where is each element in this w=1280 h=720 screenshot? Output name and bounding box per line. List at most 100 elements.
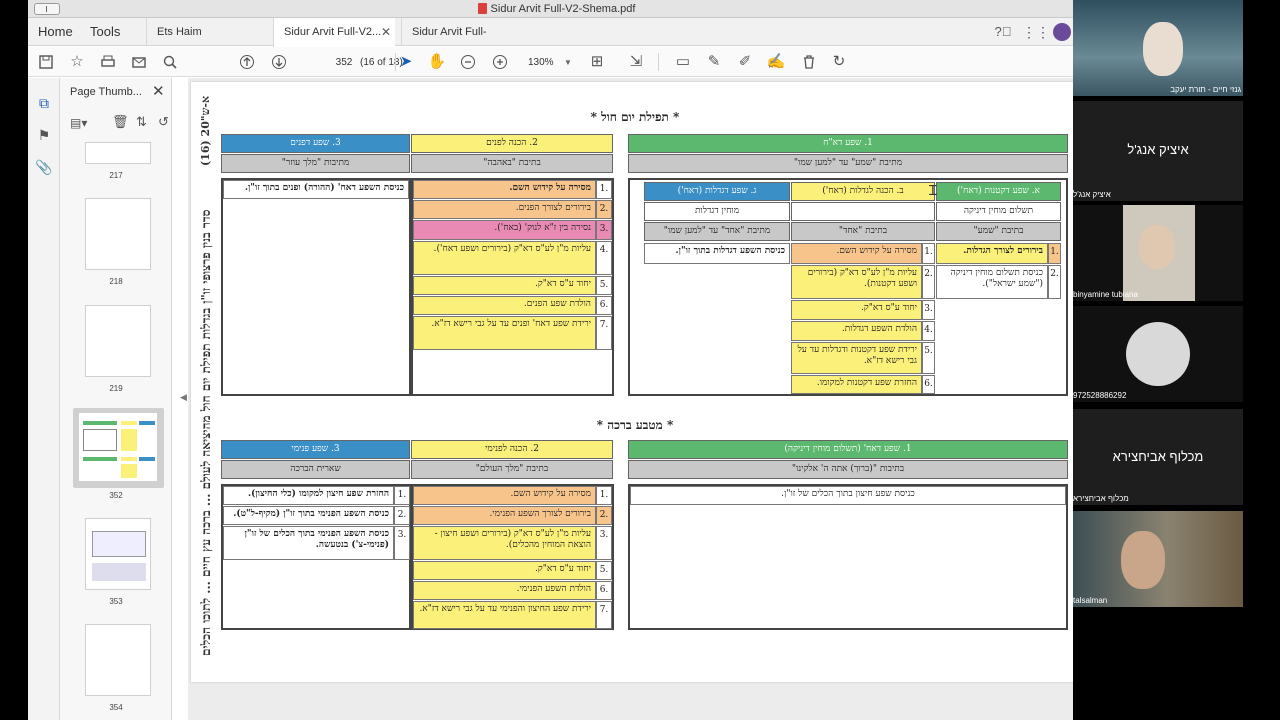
column-subheader: מתיבות "מלך עוזר" — [221, 154, 410, 173]
thumbnail-page-number: 353 — [109, 597, 123, 606]
page-thumbnail[interactable] — [85, 198, 151, 270]
table-row: מסירה על קידוש השם. — [791, 243, 922, 264]
select-cursor-icon[interactable]: ➤ — [395, 52, 417, 72]
inner-column-header: ב. הכנה לגדלות (דאח') — [791, 182, 935, 201]
thumbnails-panel-title: Page Thumb... — [70, 86, 142, 98]
rotate-page-icon[interactable]: ↺ — [158, 114, 169, 130]
email-icon[interactable] — [128, 52, 150, 72]
column-subheader: בתיבת "מלך העולם" — [411, 460, 613, 479]
inner-subheader: בתיבת "אחד" — [791, 222, 935, 241]
participant-name: binyamine tubiana — [1073, 290, 1138, 299]
thumbnail-tools: ▤▾ 🗑 ⇅ ↺ — [68, 114, 171, 134]
participant-tile[interactable]: מכלוף אביחצירא מכלוף אביחצירא — [1073, 409, 1243, 505]
inner-subheader: בתיבת "שמע" — [936, 222, 1061, 241]
tab-label: Sidur Arvit Full-V2... — [284, 26, 382, 38]
column-header: 1. שפע דאח' (תשלום מוחין דיניקה) — [628, 440, 1068, 459]
scroll-mode-icon[interactable]: ⇲ — [625, 52, 647, 72]
column-header: 3. שפע דפנים — [221, 134, 410, 153]
participant-tile[interactable]: binyamine tubiana — [1073, 205, 1243, 301]
delete-icon[interactable] — [798, 52, 820, 72]
table-row: החזרת שפע חיצון למקומו (כלי החיצון). — [223, 486, 394, 505]
comment-icon[interactable]: ▭ — [672, 52, 694, 72]
table-row: עליות מ"ן לע"ס דא"ק (בירורים ושפע דקטנות… — [791, 265, 922, 299]
close-icon[interactable]: ✕ — [152, 82, 165, 100]
sign-icon[interactable]: ✍ — [765, 52, 787, 72]
main-toolbar: ☆ 352 (16 of 18) ➤ ✋ 130% ▼ ⊞ ⇲ ▭ ✎ ✐ ✍ … — [28, 47, 1085, 77]
thumbnail-page-number: 354 — [109, 703, 123, 712]
page-thumbnail[interactable] — [85, 142, 151, 164]
draw-icon[interactable]: ✐ — [734, 52, 756, 72]
pdf-file-icon — [477, 3, 487, 14]
print-icon[interactable] — [97, 52, 119, 72]
page-thumbnail[interactable] — [85, 518, 151, 590]
table-row: בירורים לצורך הגדלות. — [936, 243, 1048, 264]
document-tab[interactable]: Ets Haim Lemotsa... — [146, 18, 266, 66]
table-row: החזרת שפע דקטנות למקומו. — [791, 375, 922, 394]
participant-tile[interactable]: גנזי חיים - תורת יעקב — [1073, 0, 1243, 96]
thumbnail-options-icon[interactable]: ▤▾ — [70, 116, 87, 130]
sidebar-toggle-button[interactable] — [34, 3, 60, 15]
table-frame — [628, 484, 1068, 630]
participant-tile[interactable]: 972528886292 — [1073, 306, 1243, 402]
zoom-level-dropdown[interactable]: 130% — [528, 55, 568, 71]
attachments-icon[interactable]: 📎 — [35, 158, 53, 176]
phone-icon — [1126, 322, 1190, 386]
pdf-page: סדר בנין פרצופי זו"ן בגדלות תפילת יום חו… — [191, 82, 1085, 682]
home-tab[interactable]: Home — [38, 18, 73, 46]
table-frame — [221, 178, 411, 396]
row-number: 5. — [596, 276, 612, 295]
page-thumbnail-selected[interactable] — [78, 412, 158, 482]
row-number: 2. — [1048, 265, 1061, 299]
participant-name: מכלוף אביחצירא — [1073, 494, 1129, 503]
table-row: כניסת השפע דאח' (ההורה) ופנים בתוך זו"ן. — [223, 180, 409, 199]
delete-page-icon[interactable]: 🗑 — [112, 114, 129, 130]
previous-page-icon[interactable] — [236, 52, 258, 72]
table-row: בירורים לצורך הפנים. — [413, 200, 596, 219]
margin-vertical-title: סדר בנין פרצופי זו"ן בגדלות תפילת יום חו… — [199, 209, 213, 656]
highlight-pen-icon[interactable]: ✎ — [703, 52, 725, 72]
table-row: כניסת השפע הפנימי בתוך הכלים של זו"ן (פנ… — [223, 526, 394, 560]
rotate-icon[interactable]: ↻ — [828, 52, 850, 72]
row-number: 3. — [394, 526, 410, 560]
table-row: עליות מ"ן לע"ס דא"ק (בירורים ושפע חיצון … — [413, 526, 596, 560]
help-icon[interactable]: ?⃝ — [993, 22, 1013, 42]
page-thumbnail[interactable] — [85, 305, 151, 377]
participant-face — [1121, 531, 1165, 589]
extract-page-icon[interactable]: ⇅ — [136, 114, 147, 130]
chevron-down-icon[interactable]: ▼ — [564, 55, 572, 71]
row-number: 6. — [596, 296, 612, 315]
collapse-panel-icon[interactable]: ◀ — [180, 392, 187, 403]
next-page-icon[interactable] — [268, 52, 290, 72]
page-thumbnails-icon[interactable]: ⧉ — [35, 94, 53, 112]
thumbnail-page-number: 352 — [109, 491, 123, 500]
inner-column-header: א. שפע דקטנות (דאח') — [936, 182, 1061, 201]
save-icon[interactable] — [35, 52, 57, 72]
page-fit-icon[interactable]: ⊞ — [586, 52, 608, 72]
zoom-out-search-icon[interactable] — [159, 52, 181, 72]
page-number-input[interactable]: 352 — [331, 55, 357, 71]
bookmarks-icon[interactable]: ⚑ — [35, 126, 53, 144]
row-number: 1. — [596, 486, 612, 505]
table-row: הולדת השפע דגדלות. — [791, 321, 922, 341]
tab-bar: Home Tools Ets Haim Lemotsa... Sidur Arv… — [28, 18, 1085, 66]
table-row: ירידת שפע החיצון והפנימי עד על גבי רישא … — [413, 601, 596, 629]
bookmark-star-icon[interactable]: ☆ — [66, 52, 88, 72]
document-tab-active[interactable]: Sidur Arvit Full-V2... ✕ — [273, 18, 395, 47]
participant-display-name: מכלוף אביחצירא — [1112, 449, 1204, 464]
table-row: עליות מ"ן לע"ס דא"ק (בירורים ושפע דאח'). — [413, 241, 596, 275]
close-tab-icon[interactable]: ✕ — [381, 18, 391, 46]
tools-tab[interactable]: Tools — [90, 18, 120, 46]
document-tab[interactable]: Sidur Arvit Full-V2... — [401, 18, 516, 66]
section-title: * תפילת יום חול * — [590, 110, 680, 124]
participant-tile[interactable]: talsalman — [1073, 511, 1243, 607]
participant-tile[interactable]: איציק אנג'ל איציק אנג'ל — [1073, 101, 1243, 201]
row-number: 2. — [596, 200, 612, 219]
column-subheader: בתיבות "(ברוך) אתה ה' אלקינו" — [628, 460, 1068, 479]
hand-tool-icon[interactable]: ✋ — [426, 52, 448, 72]
zoom-out-icon[interactable] — [457, 52, 479, 72]
apps-grid-icon[interactable]: ⋮⋮ — [1022, 22, 1050, 42]
user-avatar[interactable] — [1053, 23, 1071, 41]
column-header: 2. הכנה לפנימי — [411, 440, 613, 459]
zoom-in-icon[interactable] — [489, 52, 511, 72]
page-thumbnail[interactable] — [85, 624, 151, 696]
